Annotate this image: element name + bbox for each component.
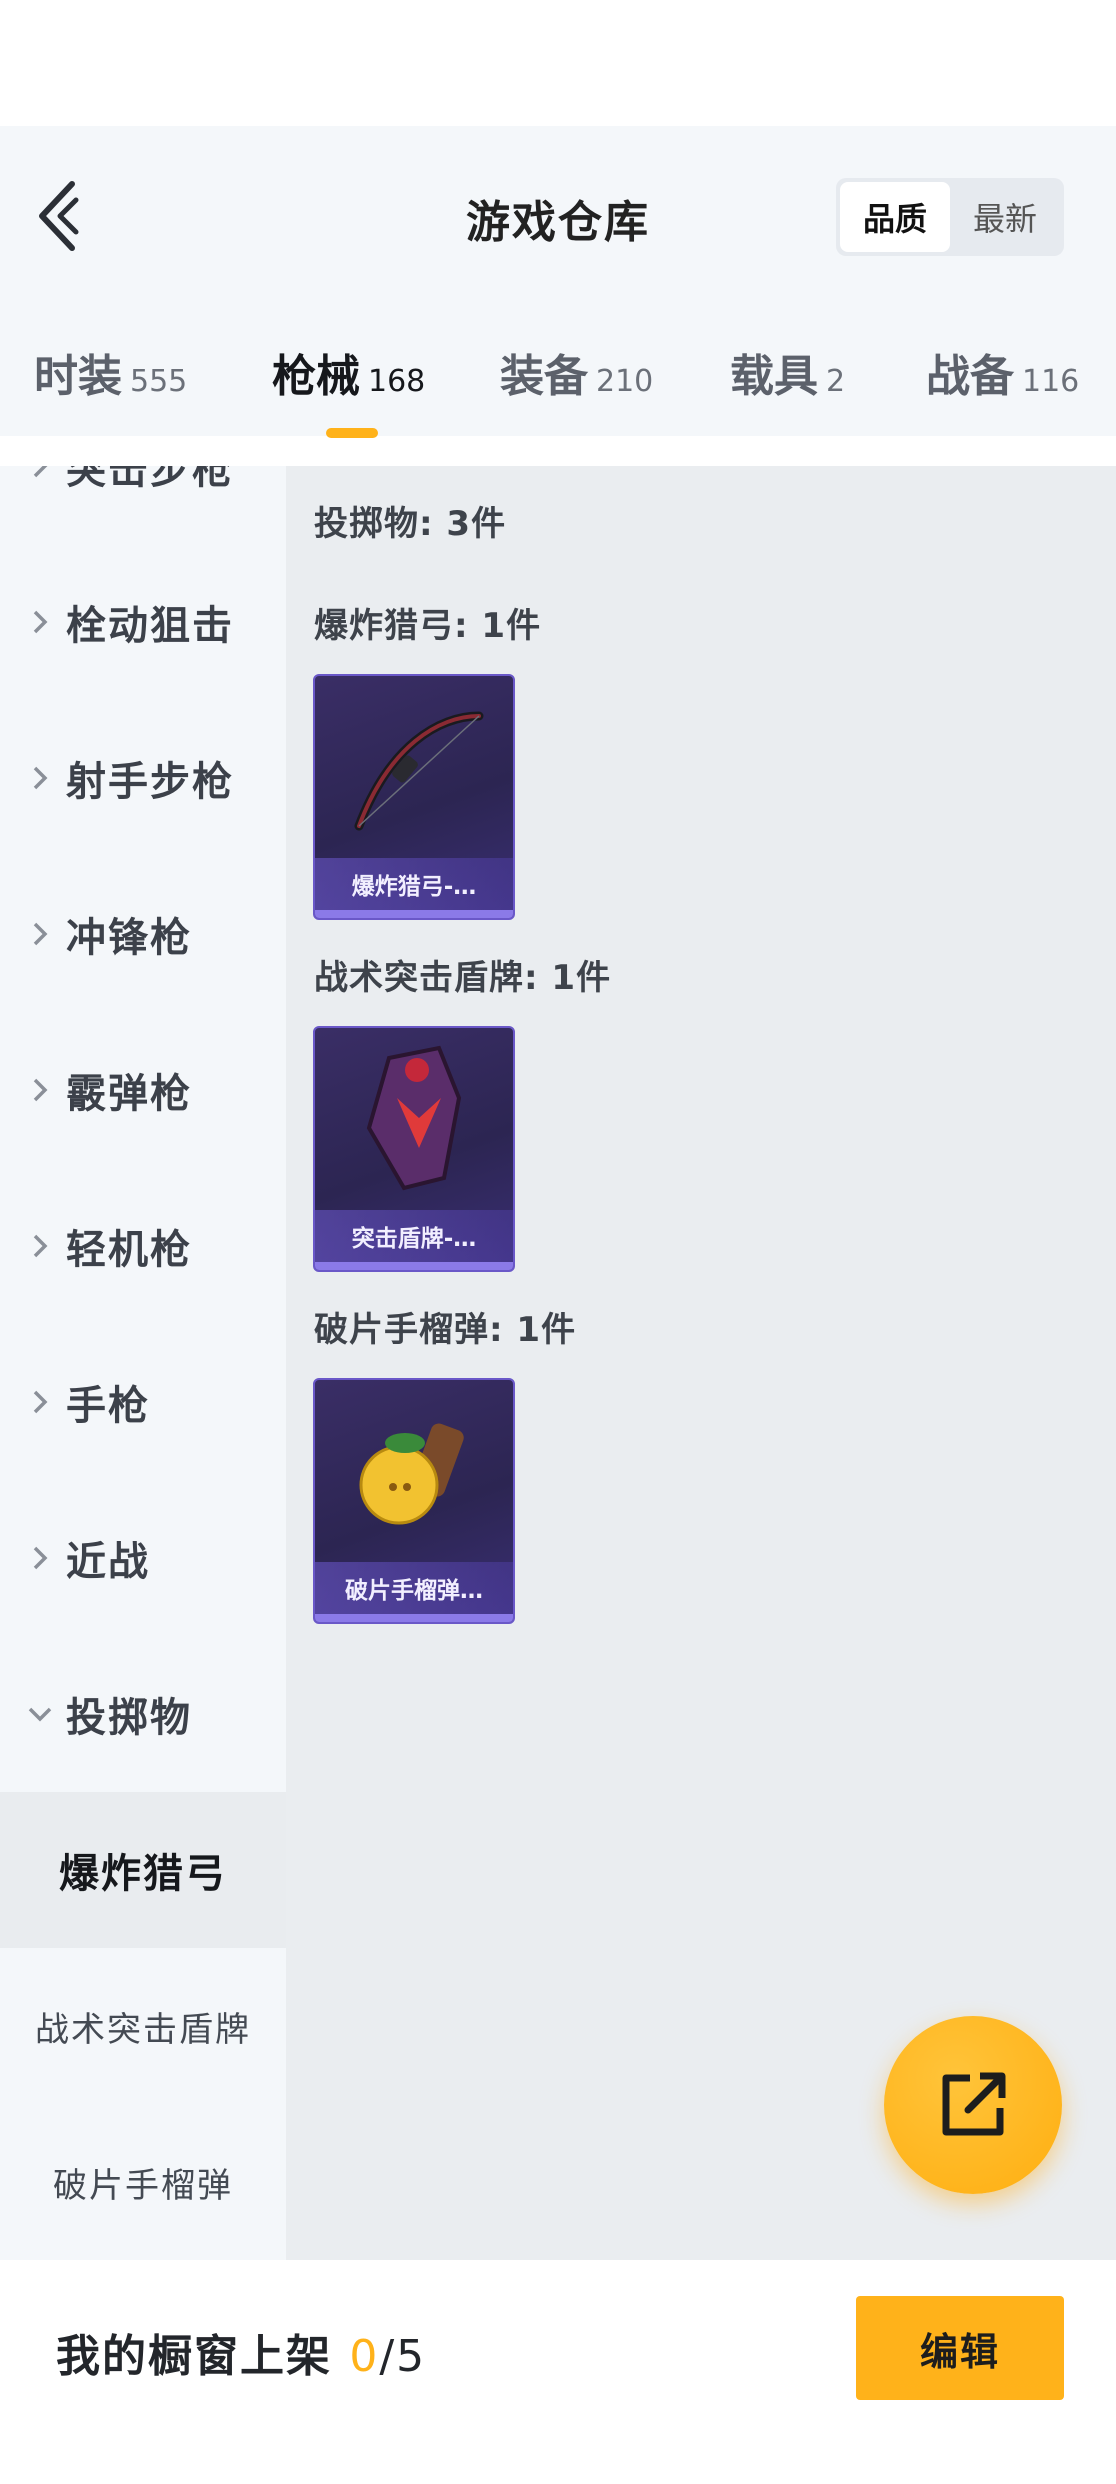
item-card-explosive-bow[interactable]: 爆炸猎弓-… (313, 674, 515, 920)
sidebar-item-throwables[interactable]: 投掷物 (0, 1636, 286, 1792)
section-title: 投掷物: 3件 (314, 504, 507, 544)
sidebar-item-smg[interactable]: 冲锋枪 (0, 856, 286, 1012)
sidebar-subitem-explosive-bow[interactable]: 爆炸猎弓 (0, 1792, 286, 1948)
sidebar-item-lmg[interactable]: 轻机枪 (0, 1168, 286, 1324)
sort-newest-option[interactable]: 最新 (950, 182, 1060, 252)
group-title: 战术突击盾牌: 1件 (314, 958, 612, 998)
group-title: 爆炸猎弓: 1件 (314, 606, 542, 646)
chevron-right-icon (26, 466, 54, 480)
tab-fashion[interactable]: 时装 555 (34, 340, 187, 436)
tab-count: 168 (368, 364, 426, 399)
chevron-down-icon (26, 1705, 54, 1723)
sidebar-item-label: 栓动狙击 (66, 603, 234, 649)
bow-icon (315, 676, 513, 856)
tab-count: 116 (1022, 364, 1080, 399)
share-icon (942, 2072, 1006, 2136)
tab-equipment[interactable]: 装备 210 (500, 340, 653, 436)
chevron-right-icon (26, 1388, 54, 1416)
chevron-right-icon (26, 608, 54, 636)
showcase-count: 0 (349, 2331, 380, 2382)
sidebar-item-marksman-rifle[interactable]: 射手步枪 (0, 700, 286, 856)
sidebar-item-assault-rifle[interactable]: 突击步枪 (0, 466, 286, 544)
active-tab-indicator (326, 428, 378, 438)
sidebar-item-label: 突击步枪 (66, 466, 234, 493)
item-card-assault-shield[interactable]: 突击盾牌-… (313, 1026, 515, 1272)
tab-label: 装备 (500, 351, 588, 402)
edit-button[interactable]: 编辑 (856, 2296, 1064, 2400)
tab-label: 战备 (926, 351, 1014, 402)
sort-toggle: 品质 最新 (836, 178, 1064, 256)
sidebar-item-label: 轻机枪 (66, 1227, 192, 1273)
sidebar-item-label: 冲锋枪 (66, 915, 192, 961)
showcase-label: 我的橱窗上架 (56, 2331, 332, 2382)
shield-icon (315, 1028, 513, 1208)
sidebar-item-label: 投掷物 (66, 1695, 192, 1741)
grenade-icon (315, 1380, 513, 1560)
showcase-total: /5 (379, 2331, 427, 2382)
quality-bar (315, 1262, 513, 1270)
tab-count: 210 (596, 364, 654, 399)
tab-supplies[interactable]: 战备 116 (926, 340, 1079, 436)
quality-bar (315, 910, 513, 918)
quality-bar (315, 1614, 513, 1622)
tab-label: 时装 (34, 351, 122, 402)
sidebar-item-label: 射手步枪 (66, 759, 234, 805)
sort-quality-option[interactable]: 品质 (840, 182, 950, 252)
tab-label: 载具 (730, 351, 818, 402)
tab-count: 555 (130, 364, 188, 399)
item-name: 突击盾牌-… (315, 1210, 513, 1262)
sidebar-subitem-frag-grenade[interactable]: 破片手榴弹 (0, 2104, 286, 2260)
item-list: 投掷物: 3件 爆炸猎弓: 1件 爆炸猎弓-… 战术突击盾牌: 1件 突击盾牌-… (286, 466, 1116, 2260)
category-tabs: 时装 555 枪械 168 装备 210 载具 2 战备 116 (0, 340, 1116, 436)
chevron-right-icon (26, 1232, 54, 1260)
chevron-right-icon (26, 1544, 54, 1572)
item-card-frag-grenade[interactable]: 破片手榴弹… (313, 1378, 515, 1624)
tab-label: 枪械 (272, 351, 360, 402)
sidebar-item-label: 霰弹枪 (66, 1071, 192, 1117)
sidebar-item-melee[interactable]: 近战 (0, 1480, 286, 1636)
sidebar-item-label: 手枪 (66, 1383, 150, 1429)
sidebar-subitem-assault-shield[interactable]: 战术突击盾牌 (0, 1948, 286, 2104)
group-title: 破片手榴弹: 1件 (314, 1310, 577, 1350)
chevron-right-icon (26, 1076, 54, 1104)
sidebar-item-pistol[interactable]: 手枪 (0, 1324, 286, 1480)
item-name: 破片手榴弹… (315, 1562, 513, 1614)
sidebar-item-bolt-sniper[interactable]: 栓动狙击 (0, 544, 286, 700)
chevron-right-icon (26, 920, 54, 948)
sidebar-item-label: 近战 (66, 1539, 150, 1585)
showcase-status: 我的橱窗上架 0/5 (56, 2320, 426, 2384)
status-bar-area (0, 0, 1116, 126)
chevron-right-icon (26, 764, 54, 792)
tab-weapons[interactable]: 枪械 168 (272, 340, 425, 436)
tab-vehicles[interactable]: 载具 2 (730, 340, 845, 436)
sidebar-item-shotgun[interactable]: 霰弹枪 (0, 1012, 286, 1168)
tab-count: 2 (826, 364, 846, 399)
sidebar: 突击步枪 栓动狙击 射手步枪 冲锋枪 霰弹枪 轻机枪 手枪 近战 投掷物 爆炸猎… (0, 466, 286, 2260)
share-button[interactable] (884, 2016, 1062, 2194)
item-name: 爆炸猎弓-… (315, 858, 513, 910)
